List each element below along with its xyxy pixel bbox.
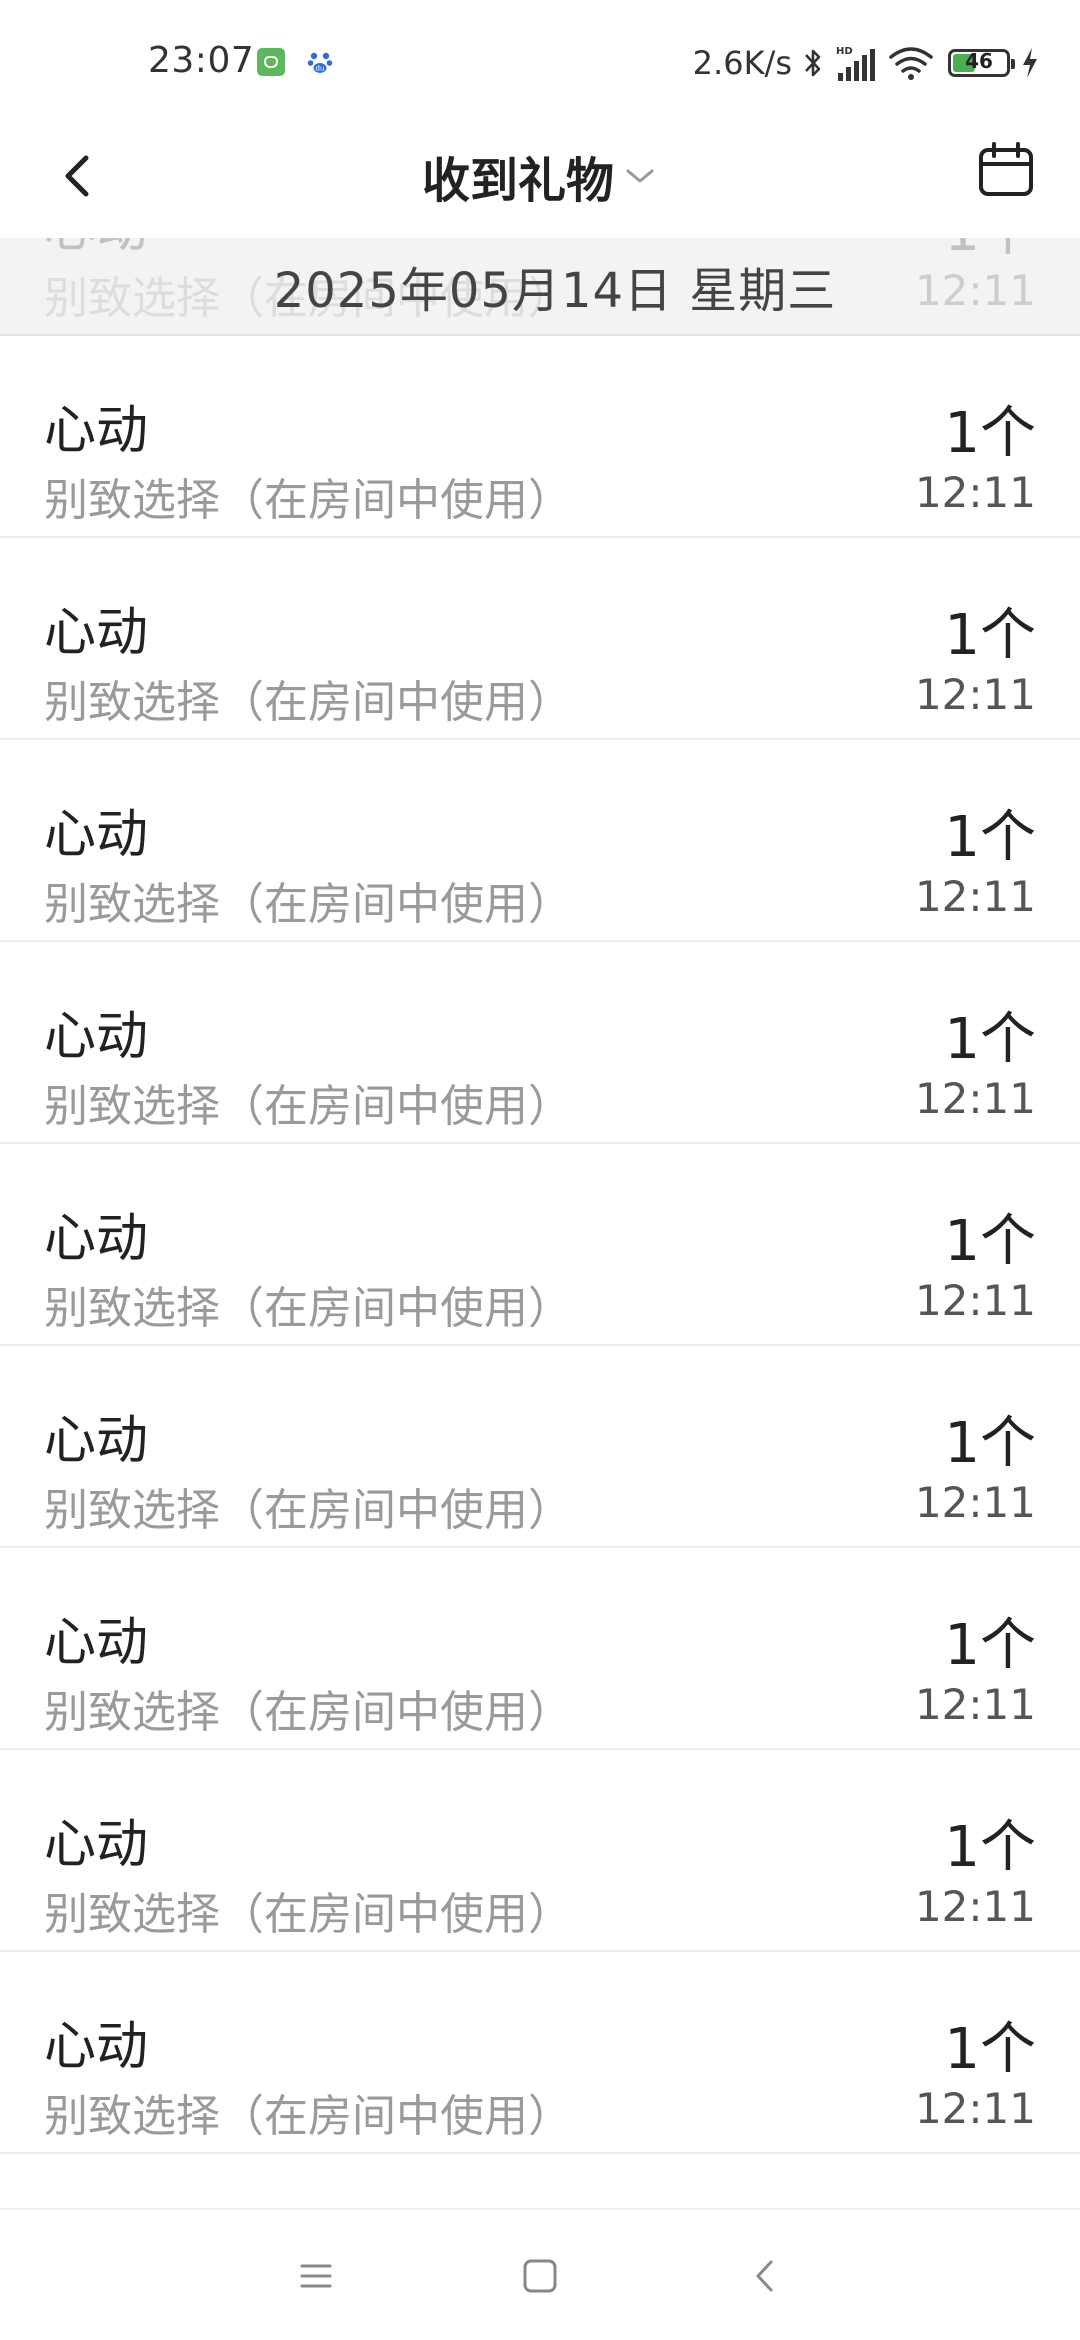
list-item[interactable]: 心动别致选择（在房间中使用） 1个12:11 bbox=[0, 336, 1080, 538]
gift-description: 别致选择（在房间中使用） bbox=[44, 1081, 572, 1132]
gift-count: 1个 bbox=[944, 1007, 1036, 1072]
date-section-header: 2025年05月14日 星期三 bbox=[0, 238, 1080, 336]
calendar-icon[interactable] bbox=[976, 140, 1036, 200]
gift-count: 1个 bbox=[944, 1815, 1036, 1880]
gift-name: 心动 bbox=[44, 2017, 149, 2077]
page-title: 收到礼物 bbox=[421, 153, 614, 209]
net-speed: 2.6K/s bbox=[692, 44, 792, 82]
gift-count: 1个 bbox=[944, 2017, 1036, 2082]
gift-time: 12:11 bbox=[914, 468, 1036, 517]
gift-list[interactable]: 心动 别致选择（在房间中使用） 1个 12:11 心动 别致选择（在房间中使用） 1个 12:… bbox=[0, 134, 1080, 2154]
gift-name: 心动 bbox=[44, 603, 149, 663]
gift-name: 心动 bbox=[44, 1815, 149, 1875]
gift-count: 1个 bbox=[944, 1209, 1036, 1274]
gift-time: 12:11 bbox=[914, 1478, 1036, 1527]
gift-name: 心动 bbox=[44, 1411, 149, 1471]
battery-icon: 46 bbox=[948, 49, 1015, 77]
gift-time: 12:11 bbox=[914, 1074, 1036, 1123]
gift-time: 12:11 bbox=[914, 2084, 1036, 2133]
gift-description: 别致选择（在房间中使用） bbox=[44, 1889, 572, 1940]
gift-count: 1个 bbox=[944, 805, 1036, 870]
chevron-down-icon bbox=[626, 169, 654, 183]
gift-count: 1个 bbox=[944, 603, 1036, 668]
gift-time: 12:11 bbox=[914, 1276, 1036, 1325]
list-item[interactable]: 心动别致选择（在房间中使用） 1个12:11 bbox=[0, 1548, 1080, 1750]
svg-text:HD: HD bbox=[836, 46, 853, 57]
gift-name: 心动 bbox=[44, 1209, 149, 1269]
status-right-group: 2.6K/s HD 46 bbox=[693, 38, 1040, 88]
charging-icon bbox=[1023, 48, 1037, 78]
menu-icon[interactable] bbox=[294, 2254, 338, 2298]
gift-description: 别致选择（在房间中使用） bbox=[44, 879, 572, 930]
battery-level: 46 bbox=[965, 49, 993, 73]
title-bar: 收到礼物 bbox=[0, 128, 1080, 238]
system-nav-bar bbox=[0, 2208, 1080, 2340]
date-label: 2025年05月14日 星期三 bbox=[273, 263, 837, 319]
list-item[interactable]: 心动别致选择（在房间中使用） 1个12:11 bbox=[0, 1952, 1080, 2154]
list-item[interactable]: 心动别致选择（在房间中使用） 1个12:11 bbox=[0, 740, 1080, 942]
status-bar: 23:07 du 2.6K/s HD 46 bbox=[0, 0, 1080, 128]
wifi-icon bbox=[889, 47, 933, 80]
gift-name: 心动 bbox=[44, 1613, 149, 1673]
list-item[interactable]: 心动别致选择（在房间中使用） 1个12:11 bbox=[0, 942, 1080, 1144]
baidu-paw-icon: du bbox=[307, 52, 333, 73]
gift-count: 1个 bbox=[944, 401, 1036, 466]
gift-description: 别致选择（在房间中使用） bbox=[44, 1283, 572, 1334]
gift-description: 别致选择（在房间中使用） bbox=[44, 2091, 572, 2142]
list-item[interactable]: 心动别致选择（在房间中使用） 1个12:11 bbox=[0, 1144, 1080, 1346]
list-item[interactable]: 心动别致选择（在房间中使用） 1个12:11 bbox=[0, 1750, 1080, 1952]
gift-name: 心动 bbox=[44, 1007, 149, 1067]
gift-time: 12:11 bbox=[914, 872, 1036, 921]
gift-description: 别致选择（在房间中使用） bbox=[44, 1485, 572, 1536]
title-dropdown[interactable]: 收到礼物 bbox=[0, 128, 1080, 224]
gift-time: 12:11 bbox=[914, 670, 1036, 719]
gift-description: 别致选择（在房间中使用） bbox=[44, 677, 572, 728]
list-item[interactable]: 心动别致选择（在房间中使用） 1个12:11 bbox=[0, 1346, 1080, 1548]
gift-count: 1个 bbox=[944, 1613, 1036, 1678]
gift-name: 心动 bbox=[44, 805, 149, 865]
app-green-icon bbox=[257, 48, 285, 76]
gift-description: 别致选择（在房间中使用） bbox=[44, 1687, 572, 1738]
gift-time: 12:11 bbox=[914, 1680, 1036, 1729]
list-item[interactable]: 心动别致选择（在房间中使用） 1个12:11 bbox=[0, 538, 1080, 740]
hd-signal-icon: HD bbox=[836, 46, 875, 81]
screen: 23:07 du 2.6K/s HD 46 收到礼物 2025年05月14日 星… bbox=[0, 0, 1080, 2340]
gift-count: 1个 bbox=[944, 1411, 1036, 1476]
svg-text:du: du bbox=[316, 65, 325, 73]
bluetooth-icon bbox=[805, 49, 821, 77]
status-time: 23:07 bbox=[148, 40, 255, 81]
gift-time: 12:11 bbox=[914, 1882, 1036, 1931]
home-icon[interactable] bbox=[518, 2254, 562, 2298]
gift-name: 心动 bbox=[44, 401, 149, 461]
gift-description: 别致选择（在房间中使用） bbox=[44, 475, 572, 526]
nav-back-icon[interactable] bbox=[744, 2254, 788, 2298]
